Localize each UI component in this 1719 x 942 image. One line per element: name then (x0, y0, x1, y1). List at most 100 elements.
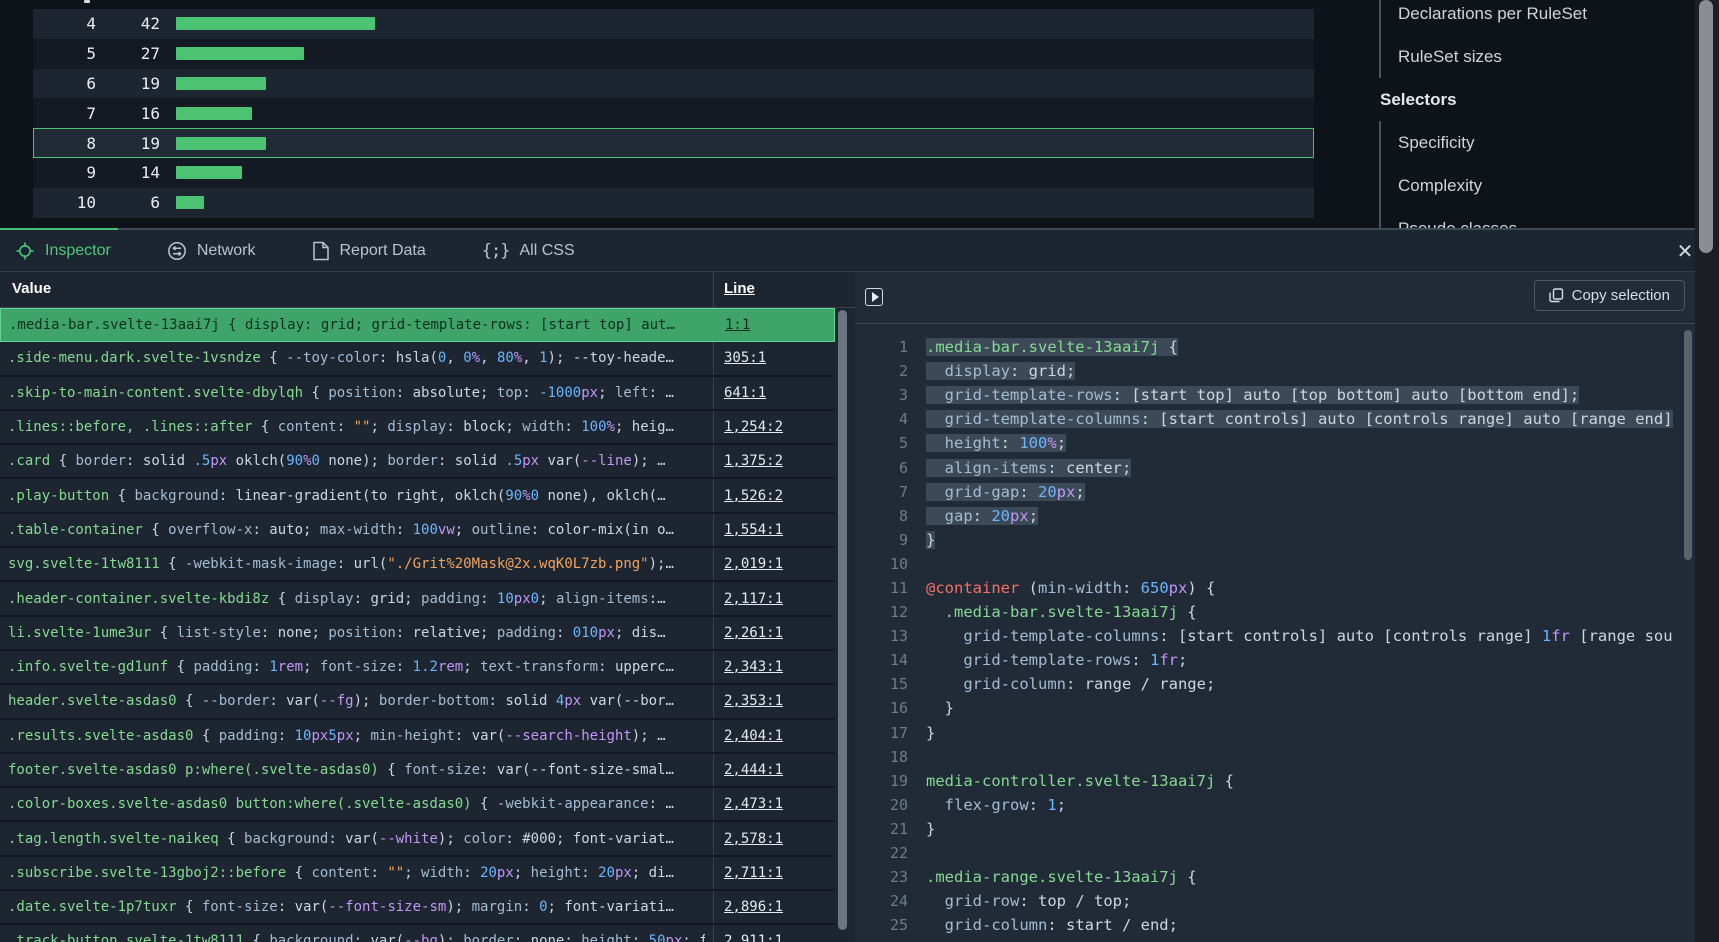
value-table-row[interactable]: .date.svelte-1p7tuxr { font-size: var(--… (0, 891, 835, 925)
value-table-row[interactable]: .info.svelte-gd1unf { padding: 1rem; fon… (0, 651, 835, 685)
chart-row[interactable]: 106 (33, 188, 1314, 218)
chart-bar (176, 196, 204, 209)
line-link[interactable]: 2,911:1 (724, 933, 783, 942)
page-scrollbar-thumb[interactable] (1699, 0, 1713, 253)
code-line: 21} (855, 817, 1695, 841)
line-number: 17 (855, 724, 908, 742)
code-line: 17} (855, 721, 1695, 745)
code-scrollbar[interactable] (1684, 330, 1692, 560)
value-table-row[interactable]: svg.svelte-1tw8111 { -webkit-mask-image:… (0, 548, 835, 582)
line-link[interactable]: 1,554:1 (724, 522, 783, 538)
value-table-row[interactable]: li.svelte-1ume3ur { list-style: none; po… (0, 617, 835, 651)
code-text: grid-template-columns: [start controls] … (926, 627, 1673, 645)
code-line: 20 flex-grow: 1; (855, 793, 1695, 817)
line-number: 11 (855, 579, 908, 597)
value-table-row[interactable]: .table-container { overflow-x: auto; max… (0, 514, 835, 548)
line-link[interactable]: 2,343:1 (724, 659, 783, 675)
chart-row[interactable]: 716 (33, 98, 1314, 128)
line-link[interactable]: 2,578:1 (724, 831, 783, 847)
line-link[interactable]: 2,117:1 (724, 591, 783, 607)
page-scrollbar-track[interactable] (1695, 0, 1719, 942)
chart-bar (176, 47, 304, 60)
value-table-row[interactable]: .results.svelte-asdas0 { padding: 10px 5… (0, 720, 835, 754)
copy-selection-button[interactable]: Copy selection (1534, 280, 1685, 311)
line-link[interactable]: 2,261:1 (724, 625, 783, 641)
line-link[interactable]: 2,019:1 (724, 556, 783, 572)
value-table-row[interactable]: .color-boxes.svelte-asdas0 button:where(… (0, 788, 835, 822)
toc-item-ruleset-sizes[interactable]: RuleSet sizes (1398, 35, 1709, 78)
code-lines: 1.media-bar.svelte-13aai7j {2 display: g… (855, 324, 1695, 942)
value-table-row[interactable]: .media-bar.svelte-13aai7j { display: gri… (0, 308, 835, 342)
line-cell: 305:1 (724, 342, 766, 374)
rule-preview: .lines::before, .lines::after { content:… (8, 411, 705, 443)
code-line: 3 grid-template-rows: [start top] auto [… (855, 383, 1695, 407)
line-link[interactable]: 2,473:1 (724, 796, 783, 812)
line-link[interactable]: 1,254:2 (724, 419, 783, 435)
value-table-row[interactable]: .card { border: solid .5px oklch(90% 0 n… (0, 445, 835, 479)
chart-bar (176, 77, 266, 90)
code-text: grid-column: start / end; (926, 916, 1178, 934)
chart-count-value: 42 (96, 14, 160, 33)
line-link[interactable]: 1,375:2 (724, 453, 783, 469)
toc-item-complexity[interactable]: Complexity (1398, 164, 1709, 207)
line-number: 4 (855, 410, 908, 428)
code-text: align-items: center; (926, 459, 1131, 477)
chart-count-value: 14 (96, 163, 160, 182)
line-link[interactable]: 2,444:1 (724, 762, 783, 778)
chart-bar (176, 107, 252, 120)
line-link[interactable]: 1,526:2 (724, 488, 783, 504)
line-cell: 2,578:1 (724, 822, 783, 854)
value-table-row[interactable]: .lines::before, .lines::after { content:… (0, 411, 835, 445)
chart-rank-value: 9 (33, 163, 96, 182)
chart-count-value: 19 (96, 134, 160, 153)
toc-group: SpecificityComplexityPseudo classes (1379, 121, 1709, 228)
toc-item-specificity[interactable]: Specificity (1398, 121, 1709, 164)
code-text: grid-row: top / top; (926, 892, 1131, 910)
chart-row[interactable]: 819 (33, 128, 1314, 158)
value-table-row[interactable]: footer.svelte-asdas0 p:where(.svelte-asd… (0, 754, 835, 788)
value-table-row[interactable]: .side-menu.dark.svelte-1vsndze { --toy-c… (0, 342, 835, 376)
line-link[interactable]: 2,353:1 (724, 693, 783, 709)
value-table-row[interactable]: .track-button.svelte-1tw8111 { backgroun… (0, 925, 835, 942)
tab-report-data[interactable]: Report Data (312, 241, 426, 261)
line-cell: 1,254:2 (724, 411, 783, 443)
value-table-row[interactable]: header.svelte-asdas0 { --border: var(--f… (0, 685, 835, 719)
value-table-row[interactable]: .subscribe.svelte-13gboj2::before { cont… (0, 857, 835, 891)
toc-heading: Selectors (1380, 78, 1709, 121)
line-link[interactable]: 2,404:1 (724, 728, 783, 744)
value-table-row[interactable]: .tag.length.svelte-naikeq { background: … (0, 822, 835, 856)
value-table-row[interactable]: .header-container.svelte-kbdi8z { displa… (0, 582, 835, 616)
code-text: } (926, 531, 935, 549)
sidebar-toggle-icon[interactable] (865, 288, 883, 306)
line-number: 15 (855, 675, 908, 693)
line-link[interactable]: 2,711:1 (724, 865, 783, 881)
code-text: } (926, 724, 935, 742)
line-number: 9 (855, 531, 908, 549)
line-link[interactable]: 1:1 (725, 317, 750, 333)
code-line: 4 grid-template-columns: [start controls… (855, 407, 1695, 431)
tab-network[interactable]: Network (167, 241, 256, 261)
chart-row[interactable]: 914 (33, 158, 1314, 188)
chart-row[interactable]: 442 (33, 9, 1314, 39)
value-table-scrollbar[interactable] (838, 310, 847, 930)
code-text: flex-grow: 1; (926, 796, 1066, 814)
value-table: Value Line .media-bar.svelte-13aai7j { d… (0, 272, 855, 942)
line-column-header[interactable]: Line (724, 280, 755, 297)
line-link[interactable]: 641:1 (724, 385, 766, 401)
toc-item-pseudo-classes[interactable]: Pseudo classes (1398, 207, 1709, 228)
line-number: 13 (855, 627, 908, 645)
value-table-row[interactable]: .play-button { background: linear-gradie… (0, 479, 835, 513)
tab-inspector[interactable]: Inspector (15, 241, 111, 261)
chart-row[interactable]: 527 (33, 39, 1314, 69)
chart-row[interactable]: 619 (33, 69, 1314, 99)
line-cell: 1,554:1 (724, 514, 783, 546)
line-link[interactable]: 305:1 (724, 350, 766, 366)
code-line: 15 grid-column: range / range; (855, 672, 1695, 696)
line-link[interactable]: 2,896:1 (724, 899, 783, 915)
line-cell: 2,019:1 (724, 548, 783, 580)
toc-item-declarations-per-ruleset[interactable]: Declarations per RuleSet (1398, 0, 1709, 35)
code-text: .media-range.svelte-13aai7j { (926, 868, 1197, 886)
value-table-row[interactable]: .skip-to-main-content.svelte-dbylqh { po… (0, 377, 835, 411)
tab-all-css[interactable]: {;}All CSS (482, 241, 575, 261)
line-number: 24 (855, 892, 908, 910)
